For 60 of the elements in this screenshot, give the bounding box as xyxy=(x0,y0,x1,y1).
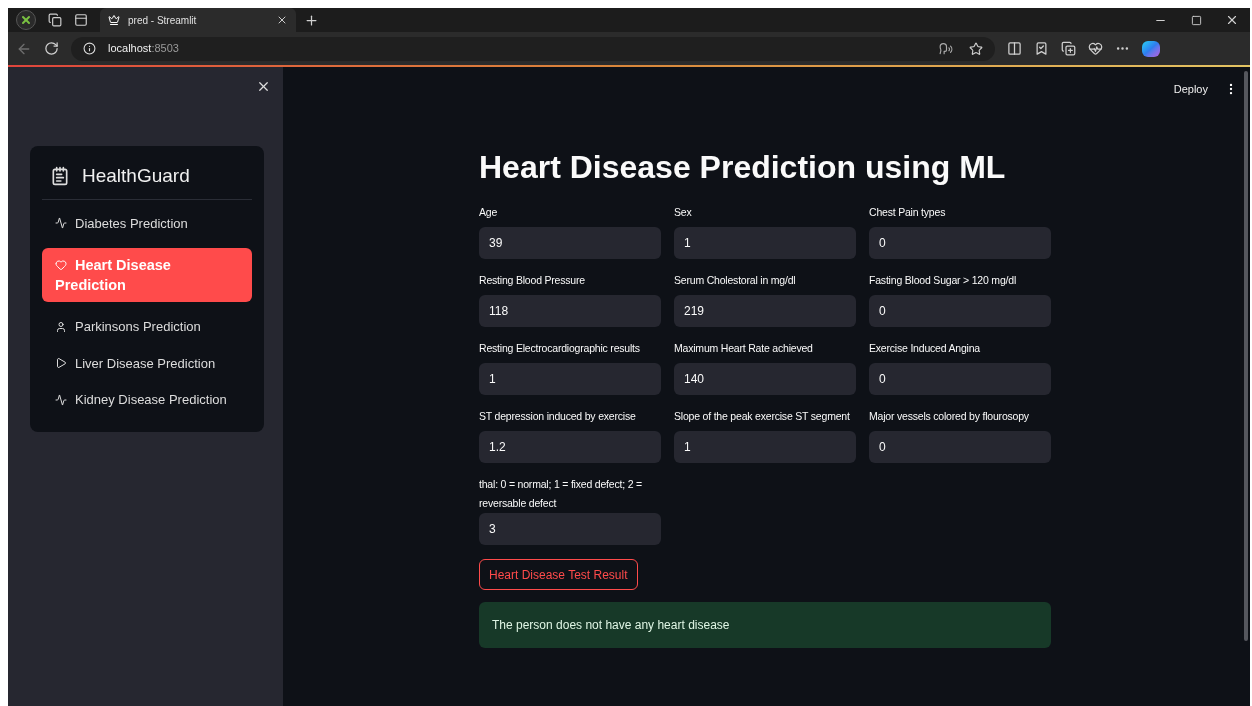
nav-item[interactable]: Diabetes Prediction xyxy=(42,211,252,235)
nav-item[interactable]: Kidney Disease Prediction xyxy=(42,388,252,412)
number-input[interactable]: 1.2 xyxy=(479,431,661,463)
triangle-icon xyxy=(55,357,67,370)
number-input[interactable]: 1 xyxy=(674,227,856,259)
brand-title: HealthGuard xyxy=(82,164,190,188)
field-label: Major vessels colored by flourosopy xyxy=(869,409,1030,424)
refresh-icon[interactable] xyxy=(44,41,59,56)
number-input[interactable]: 0 xyxy=(869,431,1051,463)
nav-item[interactable]: Parkinsons Prediction xyxy=(42,315,252,339)
tab-title: pred - Streamlit xyxy=(128,13,198,28)
number-input[interactable]: 3 xyxy=(479,513,661,545)
field-label: Exercise Induced Angina xyxy=(869,341,981,356)
number-input[interactable]: 39 xyxy=(479,227,661,259)
browser-tab[interactable]: pred - Streamlit xyxy=(100,8,296,32)
crown-icon xyxy=(108,14,120,26)
page-title: Heart Disease Prediction using ML xyxy=(479,148,1007,187)
health-icon[interactable] xyxy=(1088,41,1103,56)
number-input[interactable]: 219 xyxy=(674,295,856,327)
nav-item[interactable]: Liver Disease Prediction xyxy=(42,351,252,375)
field-label: Resting Blood Pressure xyxy=(479,273,586,288)
address-bar[interactable]: localhost:8503 xyxy=(71,36,995,61)
number-input[interactable]: 0 xyxy=(869,227,1051,259)
close-tab-icon[interactable] xyxy=(276,14,288,26)
field-label: Resting Electrocardiographic results xyxy=(479,341,641,356)
field-label: Sex xyxy=(674,205,693,220)
split-screen-icon[interactable] xyxy=(1007,41,1022,56)
number-input[interactable]: 1 xyxy=(479,363,661,395)
profile-icon[interactable] xyxy=(16,10,36,30)
number-input[interactable]: 118 xyxy=(479,295,661,327)
person-icon xyxy=(55,320,67,333)
close-sidebar-icon[interactable] xyxy=(256,79,271,94)
heart-icon xyxy=(55,259,67,271)
field-label: Slope of the peak exercise ST segment xyxy=(674,409,851,424)
notes-icon xyxy=(50,166,70,187)
pulse-icon xyxy=(55,217,67,230)
number-input[interactable]: 0 xyxy=(869,363,1051,395)
field-label: ST depression induced by exercise xyxy=(479,409,637,424)
url-text: localhost:8503 xyxy=(108,41,179,57)
pulse-icon xyxy=(55,393,67,406)
field-label: Maximum Heart Rate achieved xyxy=(674,341,814,356)
field-label: Age xyxy=(479,205,499,220)
test-result-button[interactable]: Heart Disease Test Result xyxy=(479,559,638,590)
number-input[interactable]: 140 xyxy=(674,363,856,395)
deploy-button[interactable]: Deploy xyxy=(1173,80,1208,98)
field-label: Chest Pain types xyxy=(869,205,947,220)
number-input[interactable]: 1 xyxy=(674,431,856,463)
read-aloud-icon[interactable] xyxy=(939,41,953,56)
star-icon[interactable] xyxy=(969,41,983,56)
number-input[interactable]: 0 xyxy=(869,295,1051,327)
field-label: Serum Cholestoral in mg/dl xyxy=(674,273,797,288)
collections-icon[interactable] xyxy=(1061,41,1076,56)
new-tab-icon[interactable] xyxy=(304,12,319,28)
workspaces-icon[interactable] xyxy=(48,13,62,27)
info-icon xyxy=(83,42,96,55)
tab-actions-icon[interactable] xyxy=(74,13,88,27)
field-label: thal: 0 = normal; 1 = fixed defect; 2 = reversable defect xyxy=(479,477,643,511)
favorites-icon[interactable] xyxy=(1034,41,1049,56)
field-label: Fasting Blood Sugar > 120 mg/dl xyxy=(869,273,1018,288)
success-message: The person does not have any heart disease xyxy=(479,602,1051,648)
